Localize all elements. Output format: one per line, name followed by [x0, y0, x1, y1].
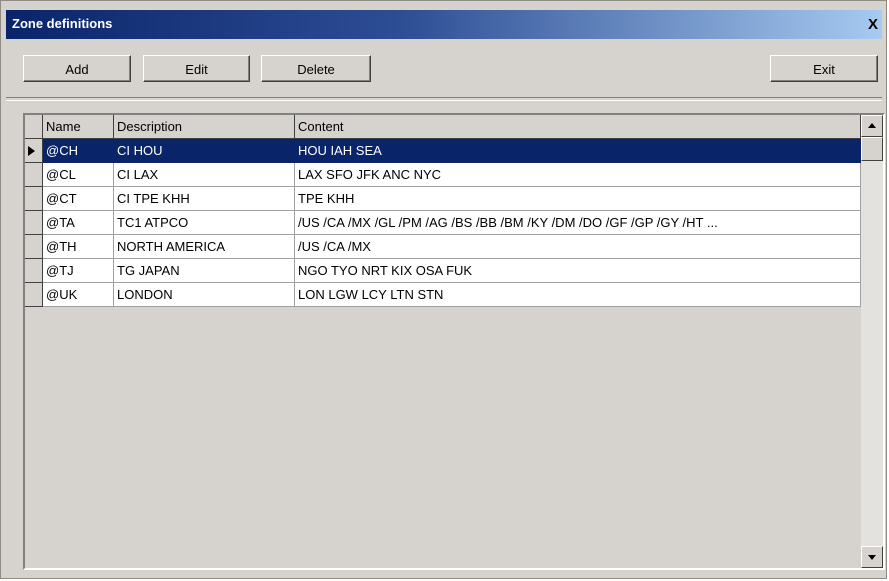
cell-content[interactable]: /US /CA /MX /GL /PM /AG /BS /BB /BM /KY … — [295, 211, 861, 235]
delete-button[interactable]: Delete — [261, 55, 371, 82]
cell-description[interactable]: TC1 ATPCO — [114, 211, 295, 235]
cell-name[interactable]: @CH — [43, 139, 114, 163]
scroll-down-button[interactable] — [861, 546, 883, 568]
row-header[interactable] — [25, 139, 43, 163]
grid-corner — [25, 115, 43, 139]
cell-description[interactable]: CI HOU — [114, 139, 295, 163]
cell-name[interactable]: @TA — [43, 211, 114, 235]
toolbar: Add Edit Delete Exit — [6, 39, 882, 99]
column-header-description[interactable]: Description — [114, 115, 295, 139]
cell-content[interactable]: HOU IAH SEA — [295, 139, 861, 163]
table-row[interactable]: @CT CI TPE KHH TPE KHH — [43, 187, 861, 211]
cell-content[interactable]: LON LGW LCY LTN STN — [295, 283, 861, 307]
zone-definitions-window: Zone definitions X Add Edit Delete Exit … — [0, 0, 887, 579]
triangle-right-icon — [28, 146, 35, 156]
column-header-content[interactable]: Content — [295, 115, 861, 139]
cell-name[interactable]: @CL — [43, 163, 114, 187]
toolbar-separator — [6, 97, 882, 101]
title-bar: Zone definitions X — [6, 10, 882, 39]
cell-name[interactable]: @TJ — [43, 259, 114, 283]
cell-name[interactable]: @CT — [43, 187, 114, 211]
row-header[interactable] — [25, 259, 43, 283]
cell-content[interactable]: LAX SFO JFK ANC NYC — [295, 163, 861, 187]
add-button[interactable]: Add — [23, 55, 131, 82]
table-row[interactable]: @TJ TG JAPAN NGO TYO NRT KIX OSA FUK — [43, 259, 861, 283]
zones-grid[interactable]: Name Description Content @CH CI HOU HOU … — [23, 113, 885, 570]
row-header[interactable] — [25, 283, 43, 307]
row-header[interactable] — [25, 235, 43, 259]
cell-description[interactable]: TG JAPAN — [114, 259, 295, 283]
arrow-down-icon — [868, 555, 876, 560]
column-header-name[interactable]: Name — [43, 115, 114, 139]
row-header[interactable] — [25, 163, 43, 187]
cell-content[interactable]: NGO TYO NRT KIX OSA FUK — [295, 259, 861, 283]
cell-description[interactable]: NORTH AMERICA — [114, 235, 295, 259]
row-header[interactable] — [25, 187, 43, 211]
cell-content[interactable]: /US /CA /MX — [295, 235, 861, 259]
scroll-thumb[interactable] — [861, 137, 883, 161]
vertical-scrollbar[interactable] — [861, 115, 883, 568]
table-row[interactable]: @CL CI LAX LAX SFO JFK ANC NYC — [43, 163, 861, 187]
cell-content[interactable]: TPE KHH — [295, 187, 861, 211]
cell-description[interactable]: LONDON — [114, 283, 295, 307]
cell-description[interactable]: CI TPE KHH — [114, 187, 295, 211]
exit-button[interactable]: Exit — [770, 55, 878, 82]
table-row[interactable]: @CH CI HOU HOU IAH SEA — [43, 139, 861, 163]
row-header[interactable] — [25, 211, 43, 235]
scroll-up-button[interactable] — [861, 115, 883, 137]
cell-name[interactable]: @TH — [43, 235, 114, 259]
table-row[interactable]: @TH NORTH AMERICA /US /CA /MX — [43, 235, 861, 259]
edit-button[interactable]: Edit — [143, 55, 250, 82]
close-icon[interactable]: X — [864, 17, 882, 33]
cell-name[interactable]: @UK — [43, 283, 114, 307]
arrow-up-icon — [868, 123, 876, 128]
table-row[interactable]: @TA TC1 ATPCO /US /CA /MX /GL /PM /AG /B… — [43, 211, 861, 235]
cell-description[interactable]: CI LAX — [114, 163, 295, 187]
table-row[interactable]: @UK LONDON LON LGW LCY LTN STN — [43, 283, 861, 307]
window-title: Zone definitions — [12, 16, 113, 31]
